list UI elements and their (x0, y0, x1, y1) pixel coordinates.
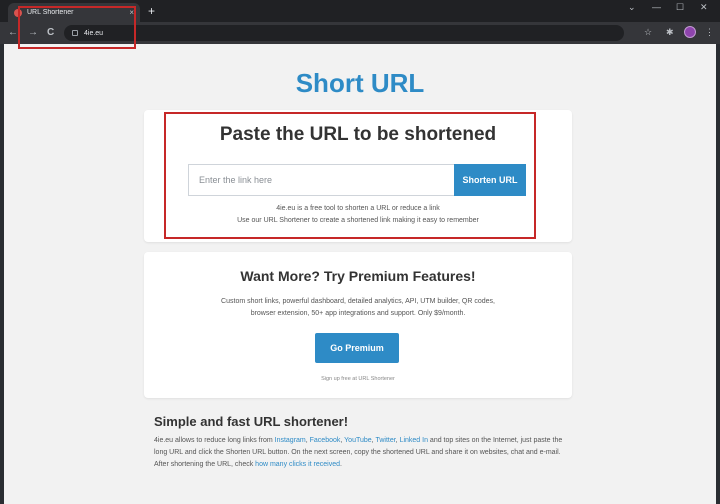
about-paragraph: 4ie.eu allows to reduce long links from … (154, 435, 564, 471)
new-tab-icon[interactable]: + (148, 4, 155, 18)
minimize-icon[interactable]: — (652, 2, 661, 12)
facebook-link[interactable]: Facebook (310, 437, 341, 444)
about-heading: Simple and fast URL shortener! (154, 414, 349, 429)
about-section: Simple and fast URL shortener! 4ie.eu al… (154, 414, 564, 471)
tab-highlight-box (18, 6, 136, 49)
profile-avatar[interactable] (684, 26, 696, 38)
bookmark-star-icon[interactable]: ☆ (644, 27, 652, 38)
address-bar[interactable]: 4ie.eu (64, 25, 624, 41)
premium-features-line-2: browser extension, 50+ app integrations … (250, 310, 466, 317)
page-title: Short URL (295, 68, 425, 98)
premium-card: Want More? Try Premium Features! Custom … (144, 252, 572, 398)
linkedin-link[interactable]: Linked In (400, 437, 428, 444)
twitter-link[interactable]: Twitter (375, 437, 395, 444)
youtube-link[interactable]: YouTube (344, 437, 372, 444)
premium-features-line-1: Custom short links, powerful dashboard, … (221, 298, 495, 305)
form-highlight-box (164, 112, 536, 239)
browser-menu-icon[interactable]: ⋮ (705, 27, 714, 38)
premium-heading: Want More? Try Premium Features! (240, 268, 476, 284)
maximize-icon[interactable]: ☐ (676, 2, 684, 13)
go-premium-button[interactable]: Go Premium (315, 333, 399, 363)
signup-link[interactable]: Sign up free at URL Shortener (144, 376, 572, 382)
extensions-icon[interactable]: ✱ (666, 27, 674, 38)
tab-search-chevron-icon[interactable]: ⌄ (628, 2, 636, 13)
click-stats-link[interactable]: how many clicks it received (255, 461, 340, 468)
instagram-link[interactable]: Instagram (275, 437, 306, 444)
about-text: . (339, 461, 342, 468)
about-text: 4ie.eu allows to reduce long links from (154, 437, 275, 444)
back-icon[interactable]: ← (8, 26, 18, 40)
close-window-icon[interactable]: ✕ (700, 2, 708, 13)
